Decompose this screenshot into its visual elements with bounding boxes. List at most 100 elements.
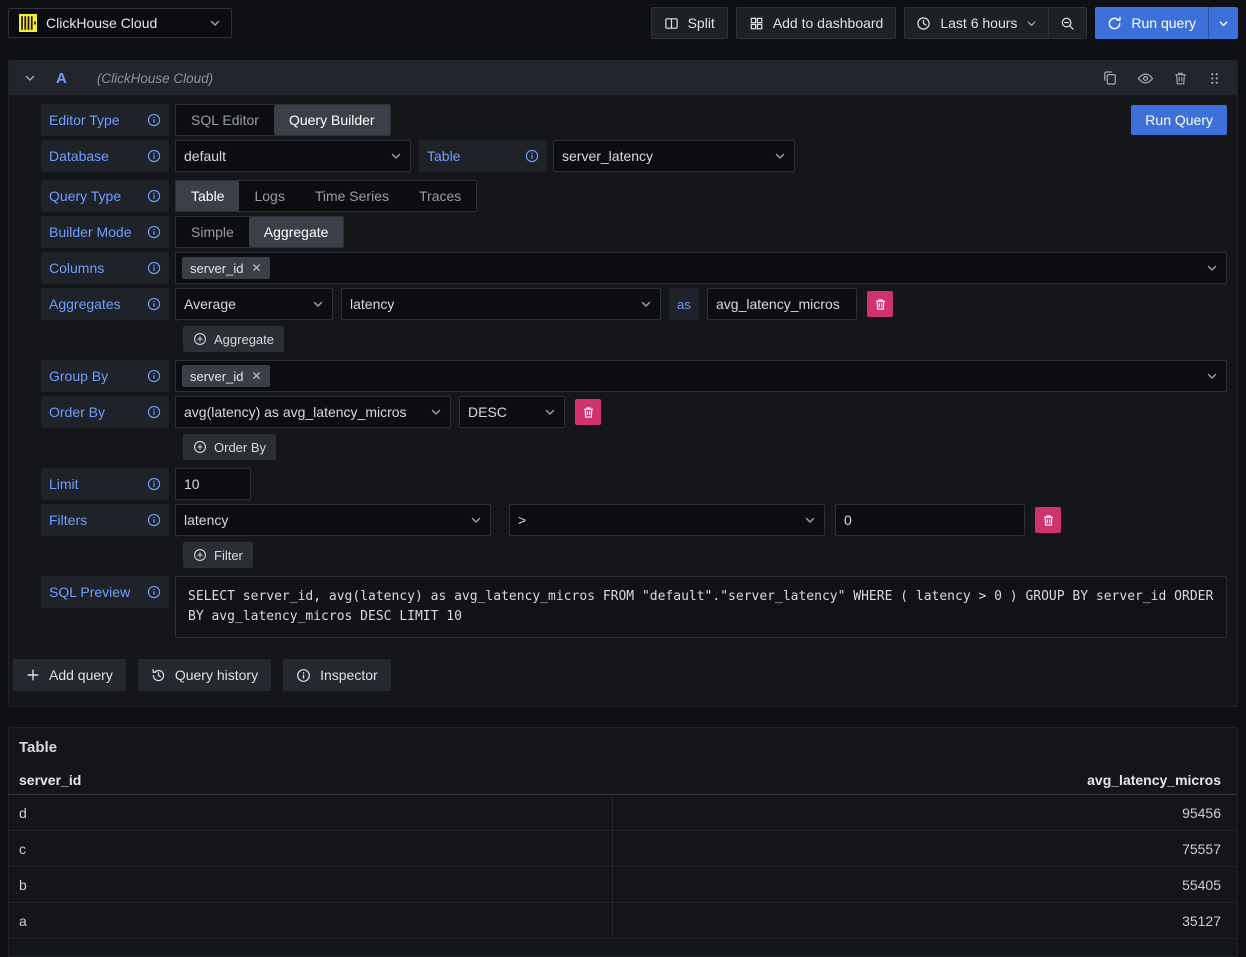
- datasource-picker[interactable]: ClickHouse Cloud: [8, 8, 232, 38]
- chevron-down-icon: [430, 406, 442, 418]
- aggregate-alias-input[interactable]: [707, 288, 857, 320]
- query-type-toggle: Table Logs Time Series Traces: [175, 180, 477, 212]
- trash-icon: [874, 298, 887, 311]
- drag-handle-icon[interactable]: [1207, 71, 1222, 86]
- info-icon[interactable]: [147, 585, 161, 599]
- info-icon[interactable]: [147, 149, 161, 163]
- filters-row: Filters latency >: [41, 504, 1227, 536]
- query-type-option-table[interactable]: Table: [176, 181, 239, 211]
- limit-label: Limit: [41, 468, 169, 500]
- columns-multiselect[interactable]: server_id ✕: [175, 252, 1227, 284]
- cell-server-id: c: [9, 831, 613, 866]
- as-label: as: [669, 288, 699, 320]
- remove-tag-icon[interactable]: ✕: [251, 370, 261, 382]
- info-icon[interactable]: [147, 297, 161, 311]
- plus-circle-icon: [193, 548, 207, 562]
- editor-run-query-label: Run Query: [1145, 112, 1213, 128]
- add-query-button[interactable]: Add query: [13, 659, 126, 691]
- info-circle-icon: [296, 668, 311, 683]
- info-icon[interactable]: [147, 225, 161, 239]
- query-datasource-hint: (ClickHouse Cloud): [97, 71, 213, 86]
- split-button-label: Split: [688, 15, 715, 31]
- table-select[interactable]: server_latency: [553, 140, 795, 172]
- info-icon[interactable]: [147, 113, 161, 127]
- database-select[interactable]: default: [175, 140, 411, 172]
- info-icon[interactable]: [147, 513, 161, 527]
- group-by-multiselect[interactable]: server_id ✕: [175, 360, 1227, 392]
- time-range-button[interactable]: Last 6 hours: [905, 8, 1048, 38]
- add-filter-row: Filter: [183, 542, 1227, 568]
- filter-value-input[interactable]: [835, 504, 1025, 536]
- remove-order-by-button[interactable]: [575, 399, 601, 425]
- explore-toolbar: ClickHouse Cloud Split Add to dashboard …: [0, 0, 1246, 46]
- info-icon[interactable]: [525, 149, 539, 163]
- plus-circle-icon: [193, 332, 207, 346]
- builder-mode-option-aggregate[interactable]: Aggregate: [249, 217, 344, 247]
- info-icon[interactable]: [147, 261, 161, 275]
- split-button[interactable]: Split: [651, 7, 728, 39]
- remove-aggregate-button[interactable]: [867, 291, 893, 317]
- table-row: d 95456: [9, 795, 1237, 831]
- duplicate-query-icon[interactable]: [1102, 70, 1118, 86]
- add-query-label: Add query: [49, 667, 113, 683]
- toggle-visibility-eye-icon[interactable]: [1137, 70, 1154, 87]
- trash-icon: [582, 406, 595, 419]
- history-icon: [151, 668, 166, 683]
- query-ref-id: A: [56, 70, 67, 87]
- add-order-by-label: Order By: [214, 440, 266, 455]
- order-by-direction-select[interactable]: DESC: [459, 396, 565, 428]
- delete-query-trash-icon[interactable]: [1173, 71, 1188, 86]
- add-to-dashboard-button[interactable]: Add to dashboard: [736, 7, 897, 39]
- query-row-header: A (ClickHouse Cloud): [9, 61, 1237, 95]
- limit-input[interactable]: [175, 468, 251, 500]
- time-range-label: Last 6 hours: [940, 15, 1017, 31]
- inspector-button[interactable]: Inspector: [283, 659, 391, 691]
- add-order-by-button[interactable]: Order By: [183, 434, 276, 460]
- query-type-option-logs[interactable]: Logs: [239, 181, 299, 211]
- editor-type-option-sql-editor[interactable]: SQL Editor: [176, 105, 274, 135]
- chevron-down-icon: [1206, 262, 1218, 274]
- builder-mode-option-simple[interactable]: Simple: [176, 217, 249, 247]
- filters-label: Filters: [41, 504, 169, 536]
- add-filter-button[interactable]: Filter: [183, 542, 253, 568]
- query-type-option-time-series[interactable]: Time Series: [300, 181, 404, 211]
- add-aggregate-button[interactable]: Aggregate: [183, 326, 284, 352]
- editor-type-toggle: SQL Editor Query Builder: [175, 104, 391, 136]
- info-icon[interactable]: [147, 189, 161, 203]
- query-type-option-traces[interactable]: Traces: [404, 181, 476, 211]
- split-pane-icon: [664, 16, 679, 31]
- order-by-row: Order By avg(latency) as avg_latency_mic…: [41, 396, 1227, 428]
- zoom-out-time-button[interactable]: [1048, 8, 1086, 38]
- columns-label: Columns: [41, 252, 169, 284]
- dashboard-grid-icon: [749, 16, 764, 31]
- aggregate-function-select[interactable]: Average: [175, 288, 333, 320]
- add-aggregate-label: Aggregate: [214, 332, 274, 347]
- order-by-field-select[interactable]: avg(latency) as avg_latency_micros: [175, 396, 451, 428]
- column-header-server-id[interactable]: server_id: [9, 772, 613, 788]
- limit-row: Limit: [41, 468, 1227, 500]
- chevron-down-icon: [640, 298, 652, 310]
- info-icon[interactable]: [147, 405, 161, 419]
- cell-avg-latency: 95456: [613, 795, 1237, 830]
- column-header-avg-latency-micros[interactable]: avg_latency_micros: [613, 772, 1237, 788]
- run-query-dropdown-button[interactable]: [1208, 7, 1238, 39]
- sql-preview-label: SQL Preview: [41, 576, 169, 608]
- remove-tag-icon[interactable]: ✕: [251, 262, 261, 274]
- remove-filter-button[interactable]: [1035, 507, 1061, 533]
- sql-preview-row: SQL Preview SELECT server_id, avg(latenc…: [41, 576, 1227, 638]
- collapse-query-icon[interactable]: [24, 72, 36, 84]
- editor-type-label: Editor Type: [41, 104, 169, 136]
- table-row: a 35127: [9, 903, 1237, 939]
- builder-mode-toggle: Simple Aggregate: [175, 216, 344, 248]
- info-icon[interactable]: [147, 369, 161, 383]
- filter-column-select[interactable]: latency: [175, 504, 491, 536]
- time-picker-group: Last 6 hours: [904, 7, 1087, 39]
- info-icon[interactable]: [147, 477, 161, 491]
- run-query-label: Run query: [1131, 15, 1196, 31]
- query-history-button[interactable]: Query history: [138, 659, 271, 691]
- filter-operator-select[interactable]: >: [509, 504, 825, 536]
- run-query-button[interactable]: Run query: [1095, 7, 1208, 39]
- editor-type-option-query-builder[interactable]: Query Builder: [274, 105, 390, 135]
- editor-run-query-button[interactable]: Run Query: [1131, 105, 1227, 135]
- aggregate-column-select[interactable]: latency: [341, 288, 661, 320]
